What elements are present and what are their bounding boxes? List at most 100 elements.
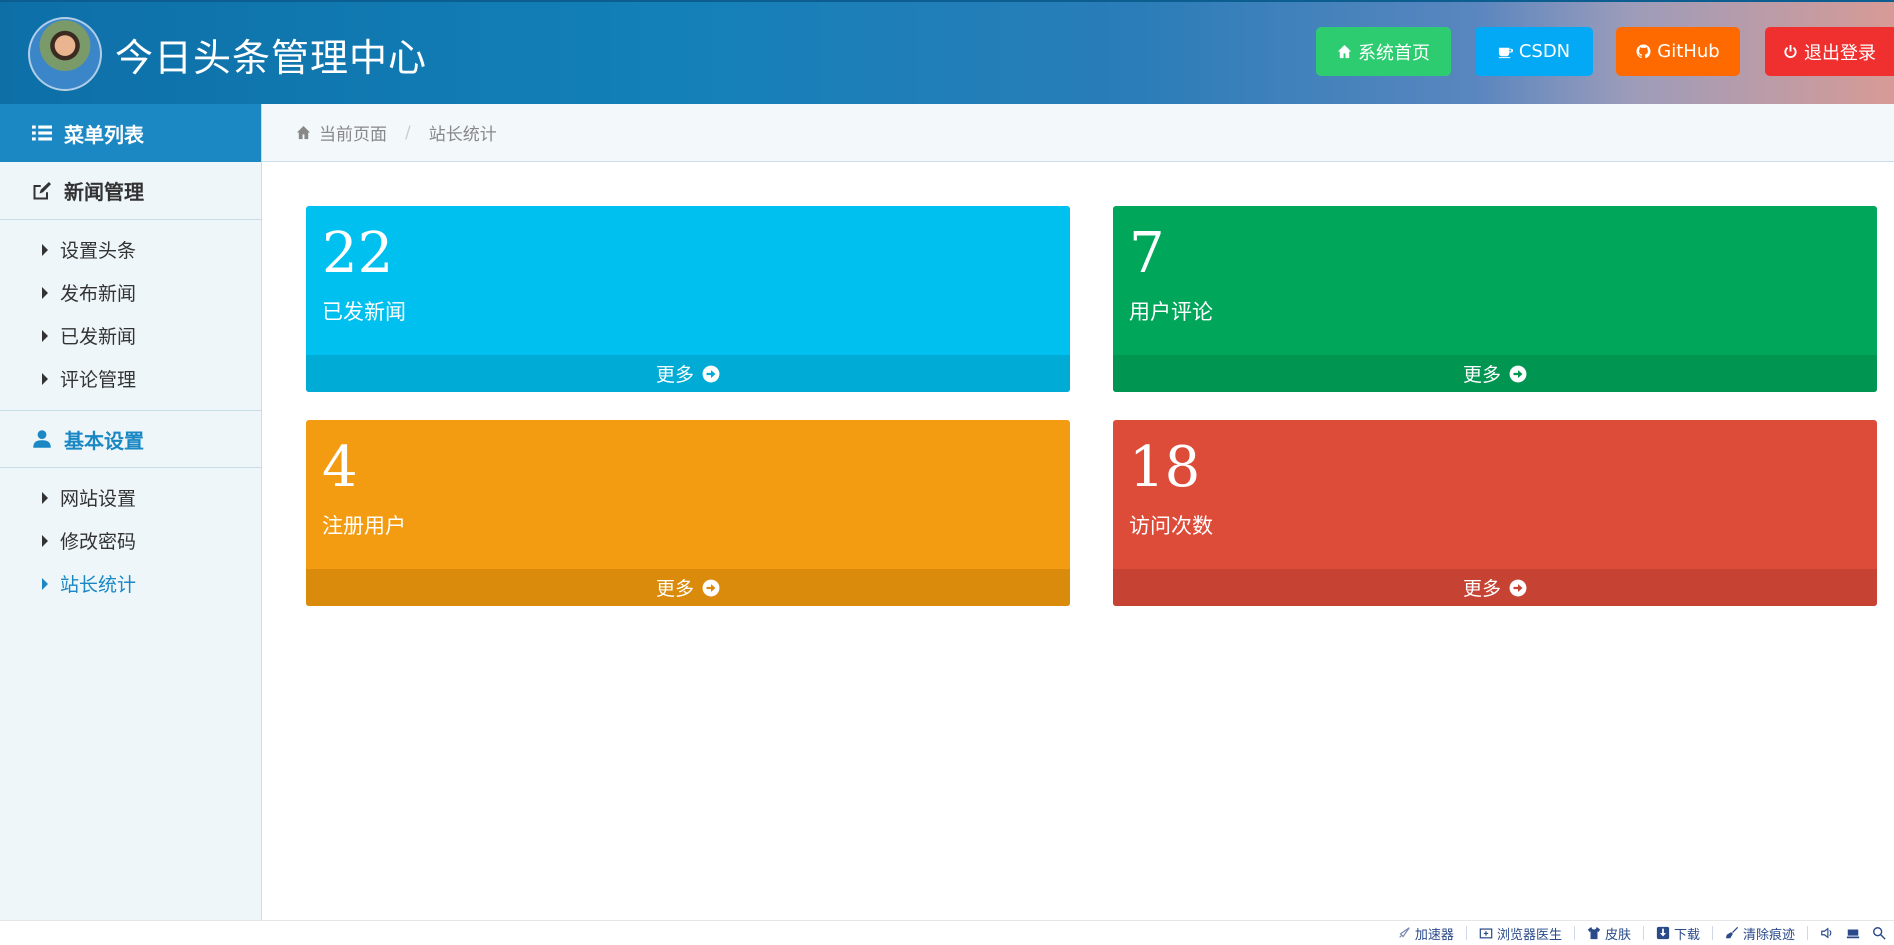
breadcrumb-separator: / (405, 122, 411, 143)
home-icon (1337, 44, 1352, 59)
breadcrumb-current: 站长统计 (428, 125, 497, 145)
stat-value: 7 (1129, 221, 1165, 286)
volume-icon (1821, 927, 1832, 939)
browser-doctor-button[interactable]: 浏览器医生 (1479, 924, 1562, 943)
more-label: 更多 (655, 364, 694, 386)
avatar[interactable] (28, 17, 102, 91)
sidebar-item-publish-news[interactable]: 发布新闻 (0, 271, 261, 314)
home-icon (296, 125, 311, 140)
divider (1642, 926, 1644, 940)
download-icon (1656, 926, 1670, 940)
download-button[interactable]: 下载 (1656, 924, 1700, 943)
group-basic-settings[interactable]: 基本设置 (0, 410, 261, 468)
stat-card-registered-users: 4 注册用户 更多 (306, 420, 1070, 606)
list-icon (32, 125, 52, 141)
statusbar-label: 浏览器医生 (1496, 927, 1562, 943)
logout-button-label: 退出登录 (1804, 42, 1876, 64)
group-news-management[interactable]: 新闻管理 (0, 162, 261, 220)
sidebar: 菜单列表 新闻管理 设置头条 发布新闻 已发新闻 评论管理 基本设置 网站设置 … (0, 104, 262, 920)
caret-right-icon (42, 372, 48, 385)
menu-list-title: 菜单列表 (64, 122, 144, 147)
news-items: 设置头条 发布新闻 已发新闻 评论管理 (0, 220, 261, 410)
sidebar-item-label: 站长统计 (60, 574, 137, 596)
header: 今日头条管理中心 系统首页 CSDN GitHub 退出登录 (0, 0, 1894, 104)
stat-card-published-news: 22 已发新闻 更多 (306, 206, 1070, 392)
accelerator-button[interactable]: 加速器 (1397, 924, 1454, 943)
breadcrumb-home[interactable]: 当前页面 (319, 120, 387, 145)
statusbar-label: 皮肤 (1604, 927, 1631, 943)
sidebar-item-set-headline[interactable]: 设置头条 (0, 228, 261, 271)
volume-button[interactable] (1820, 926, 1834, 940)
logout-button[interactable]: 退出登录 (1765, 27, 1894, 76)
divider (1465, 926, 1467, 940)
stat-label: 用户评论 (1129, 300, 1213, 324)
statusbar-label: 加速器 (1414, 927, 1454, 943)
caret-right-icon (42, 534, 48, 547)
caret-right-icon (42, 243, 48, 256)
edit-icon (33, 181, 51, 199)
divider (1711, 926, 1713, 940)
more-link[interactable]: 更多 (1113, 569, 1877, 606)
caret-right-icon (42, 329, 48, 342)
sidebar-item-label: 发布新闻 (60, 283, 137, 305)
monitor-icon (1846, 929, 1860, 939)
group-news-title: 新闻管理 (64, 180, 144, 204)
stat-value: 18 (1129, 435, 1201, 500)
more-label: 更多 (1462, 578, 1501, 600)
arrow-circle-right-icon (1509, 365, 1527, 382)
stat-value: 22 (322, 221, 394, 286)
broom-icon (1725, 926, 1739, 939)
sidebar-item-label: 评论管理 (60, 369, 137, 391)
shirt-icon (1587, 926, 1601, 940)
csdn-button[interactable]: CSDN (1475, 27, 1593, 76)
sidebar-item-label: 修改密码 (60, 531, 137, 553)
rocket-icon (1399, 927, 1410, 938)
menu-list-header: 菜单列表 (0, 104, 261, 162)
sidebar-item-published-news[interactable]: 已发新闻 (0, 314, 261, 357)
stat-card-user-comments: 7 用户评论 更多 (1113, 206, 1877, 392)
group-settings-title: 基本设置 (64, 428, 144, 453)
sidebar-item-change-password[interactable]: 修改密码 (0, 519, 261, 562)
divider (1573, 926, 1575, 940)
github-icon (1636, 44, 1651, 59)
skin-button[interactable]: 皮肤 (1587, 924, 1631, 943)
statusbar-label: 清除痕迹 (1742, 927, 1795, 943)
arrow-circle-right-icon (1509, 579, 1527, 596)
breadcrumb: 当前页面 / 站长统计 (262, 104, 1894, 162)
user-icon (33, 430, 51, 448)
coffee-icon (1498, 47, 1513, 59)
more-label: 更多 (1462, 364, 1501, 386)
home-button[interactable]: 系统首页 (1316, 27, 1451, 76)
arrow-circle-right-icon (702, 579, 720, 596)
stat-label: 注册用户 (322, 514, 406, 538)
zoom-button[interactable] (1872, 926, 1886, 940)
caret-right-icon (42, 286, 48, 299)
sidebar-item-label: 网站设置 (60, 488, 137, 510)
more-link[interactable]: 更多 (1113, 355, 1877, 392)
sidebar-item-comment-management[interactable]: 评论管理 (0, 357, 261, 400)
browser-status-bar: 加速器 浏览器医生 皮肤 下载 清除痕迹 (0, 920, 1894, 945)
clear-traces-button[interactable]: 清除痕迹 (1725, 924, 1795, 943)
github-button-label: GitHub (1657, 41, 1720, 62)
medkit-icon (1479, 928, 1493, 939)
statusbar-label: 下载 (1673, 927, 1700, 943)
github-button[interactable]: GitHub (1616, 27, 1740, 76)
sidebar-item-label: 设置头条 (60, 240, 137, 262)
sidebar-item-site-settings[interactable]: 网站设置 (0, 476, 261, 519)
sidebar-item-label: 已发新闻 (60, 326, 137, 348)
monitor-button[interactable] (1846, 926, 1860, 940)
arrow-circle-right-icon (702, 365, 720, 382)
search-icon (1873, 927, 1886, 940)
stat-label: 已发新闻 (322, 300, 406, 324)
stat-card-visit-count: 18 访问次数 更多 (1113, 420, 1877, 606)
power-icon (1784, 44, 1797, 59)
site-title: 今日头条管理中心 (115, 36, 428, 80)
more-link[interactable]: 更多 (306, 355, 1070, 392)
caret-right-icon (42, 491, 48, 504)
csdn-button-label: CSDN (1518, 41, 1571, 62)
stat-label: 访问次数 (1129, 514, 1213, 538)
more-link[interactable]: 更多 (306, 569, 1070, 606)
home-button-label: 系统首页 (1358, 42, 1430, 64)
settings-items: 网站设置 修改密码 站长统计 (0, 468, 261, 615)
sidebar-item-site-statistics[interactable]: 站长统计 (0, 562, 261, 605)
